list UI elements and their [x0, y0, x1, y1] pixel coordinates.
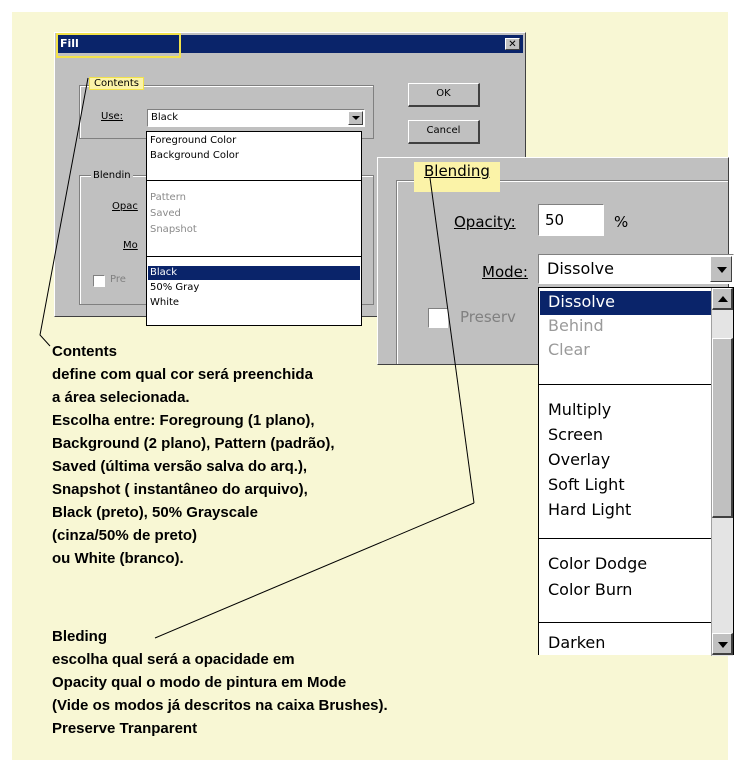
mode-select-value: Dissolve	[547, 259, 614, 278]
contents-annotation-line: Saved (última versão salva do arq.),	[52, 458, 308, 475]
blending-group-label: Blending	[414, 162, 500, 192]
list-item[interactable]: Background Color	[150, 150, 239, 161]
cancel-button[interactable]: Cancel	[408, 120, 480, 144]
close-icon[interactable]: ✕	[505, 38, 520, 50]
chevron-down-icon	[717, 267, 727, 273]
use-dropdown-list: Foreground Color Background Color Patter…	[146, 131, 362, 326]
preserve-label-small: Pre	[110, 274, 126, 285]
chevron-down-icon	[718, 642, 728, 648]
scroll-up-button[interactable]	[712, 288, 733, 310]
list-item[interactable]: Snapshot	[150, 224, 197, 235]
list-item-selected[interactable]: Black	[150, 267, 177, 278]
chevron-up-icon	[718, 296, 728, 302]
mode-label: Mode:	[482, 263, 528, 281]
blending-annotation-line: Bleding	[52, 628, 107, 645]
scroll-down-button[interactable]	[712, 633, 733, 655]
mode-select[interactable]: Dissolve	[538, 254, 734, 284]
list-item[interactable]: Color Dodge	[548, 554, 647, 573]
contents-annotation-line: Escolha entre: Foregroung (1 plano),	[52, 412, 315, 429]
opacity-input[interactable]: 50	[538, 204, 604, 236]
use-select[interactable]: Black	[147, 109, 365, 127]
list-item[interactable]: Behind	[548, 316, 604, 335]
contents-annotation-line: Snapshot ( instantâneo do arquivo),	[52, 481, 308, 498]
contents-annotation-line: Black (preto), 50% Grayscale	[52, 504, 258, 521]
list-item[interactable]: Pattern	[150, 192, 186, 203]
scrollbar[interactable]	[711, 288, 733, 656]
opacity-unit: %	[614, 213, 629, 231]
contents-group-label: Contents	[89, 77, 144, 90]
ok-button[interactable]: OK	[408, 83, 480, 107]
title-highlight	[56, 33, 181, 58]
list-item[interactable]: White	[150, 297, 179, 308]
separator	[147, 180, 361, 181]
list-item[interactable]: 50% Gray	[150, 282, 199, 293]
blending-label-small: Blendin	[91, 170, 133, 181]
page: Fill ✕ Contents Use: Black Blendin Opac …	[0, 0, 740, 772]
contents-annotation-line: define com qual cor será preenchida	[52, 366, 313, 383]
opacity-value: 50	[545, 211, 565, 229]
list-item[interactable]: Screen	[548, 425, 603, 444]
list-item[interactable]: Hard Light	[548, 500, 631, 519]
mode-dropdown-list: Dissolve Behind Clear Multiply Screen Ov…	[538, 287, 734, 656]
blending-annotation-line: escolha qual será a opacidade em	[52, 651, 295, 668]
mode-label-small: Mo	[123, 240, 138, 251]
separator	[539, 538, 711, 539]
contents-annotation-line: ou White (branco).	[52, 550, 184, 567]
use-select-arrow[interactable]	[348, 111, 363, 125]
opacity-label: Opacity:	[454, 213, 516, 231]
opacity-label-small: Opac	[112, 201, 138, 212]
chevron-down-icon	[352, 116, 360, 120]
separator	[539, 622, 711, 623]
blending-annotation-line: Opacity qual o modo de pintura em Mode	[52, 674, 347, 691]
list-item[interactable]: Clear	[548, 340, 590, 359]
list-item[interactable]: Overlay	[548, 450, 610, 469]
preserve-label: Preserv	[460, 308, 516, 326]
blending-annotation-line: Preserve Tranparent	[52, 720, 198, 737]
use-label: Use:	[101, 111, 124, 122]
list-item-selected[interactable]: Dissolve	[548, 292, 615, 311]
use-select-value: Black	[151, 112, 179, 123]
list-item[interactable]: Foreground Color	[150, 135, 236, 146]
contents-annotation-line: a área selecionada.	[52, 389, 190, 406]
preserve-checkbox[interactable]	[428, 308, 448, 328]
contents-annotation-line: (cinza/50% de preto)	[52, 527, 198, 544]
preserve-checkbox-small[interactable]	[93, 275, 105, 287]
list-item[interactable]: Darken	[548, 633, 605, 652]
list-item[interactable]: Color Burn	[548, 580, 632, 599]
list-item[interactable]: Saved	[150, 208, 181, 219]
blending-annotation-line: (Vide os modos já descritos na caixa Bru…	[52, 697, 388, 714]
contents-annotation-line: Background (2 plano), Pattern (padrão),	[52, 435, 335, 452]
scroll-thumb[interactable]	[712, 338, 733, 518]
separator	[147, 256, 361, 257]
mode-select-arrow[interactable]	[710, 256, 732, 282]
selection-highlight	[148, 266, 360, 280]
contents-annotation-line: Contents	[52, 343, 117, 360]
list-item[interactable]: Soft Light	[548, 475, 625, 494]
list-item[interactable]: Multiply	[548, 400, 611, 419]
separator	[539, 384, 711, 385]
